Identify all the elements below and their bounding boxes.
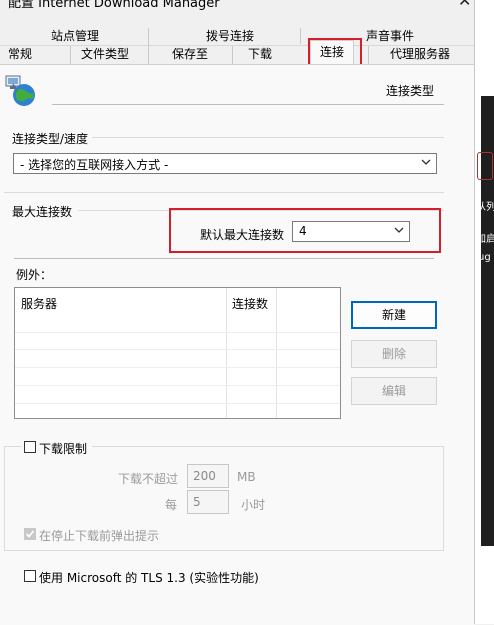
- max-connections-group-label: 最大连接数: [12, 205, 73, 219]
- chevron-down-icon: [421, 159, 431, 165]
- tab-dialup[interactable]: 拨号连接: [175, 27, 285, 45]
- limit-label: 下载不超过: [118, 472, 179, 486]
- edit-button[interactable]: 编辑: [351, 377, 437, 405]
- strip-text-1: 从列: [476, 202, 494, 213]
- tls-checkbox[interactable]: [24, 570, 36, 582]
- strip-text-2: 加启: [476, 234, 494, 245]
- new-button[interactable]: 新建: [351, 301, 437, 329]
- strip-text-3: ug: [478, 252, 491, 263]
- title-bar: 配置 Internet Download Manager ✕: [0, 0, 494, 14]
- exceptions-table[interactable]: 服务器 连接数: [14, 287, 341, 419]
- tab-general[interactable]: 常规: [0, 45, 40, 63]
- limit-unit: MB: [237, 470, 256, 484]
- popup-checkbox[interactable]: [24, 528, 36, 540]
- every-hours-input[interactable]: 5: [187, 490, 229, 514]
- tab-site-management[interactable]: 站点管理: [20, 27, 130, 45]
- tab-row-2: 常规 文件类型 保存至 下载 连接 代理服务器: [0, 40, 474, 65]
- column-header-server[interactable]: 服务器: [21, 295, 57, 312]
- section-title: 连接类型: [386, 84, 435, 98]
- download-limit-label: 下载限制: [39, 442, 88, 456]
- tab-proxy[interactable]: 代理服务器: [370, 45, 470, 63]
- connection-group-label: 连接类型/速度: [12, 132, 89, 146]
- every-unit: 小时: [241, 498, 266, 512]
- popup-label: 在停止下载前弹出提示: [39, 529, 160, 543]
- window-title: 配置 Internet Download Manager: [8, 0, 220, 11]
- connection-type-value: - 选择您的互联网接入方式 -: [20, 158, 169, 172]
- delete-button[interactable]: 删除: [351, 340, 437, 368]
- tab-save-to[interactable]: 保存至: [160, 45, 220, 63]
- limit-amount-value: 200: [193, 469, 216, 483]
- limit-amount-input[interactable]: 200: [187, 464, 229, 488]
- tab-row-1: 站点管理 拨号连接 声音事件: [0, 27, 474, 46]
- download-limit-checkbox[interactable]: [24, 441, 36, 453]
- close-icon[interactable]: ✕: [458, 0, 471, 10]
- background-window-strip: 从列 加启 ug: [474, 0, 494, 624]
- tls-label: 使用 Microsoft 的 TLS 1.3 (实验性功能): [39, 571, 259, 585]
- check-icon: [25, 530, 35, 538]
- connection-type-select[interactable]: - 选择您的互联网接入方式 -: [13, 153, 437, 174]
- network-globe-icon: [4, 74, 38, 108]
- every-label: 每: [165, 498, 178, 512]
- tab-download[interactable]: 下载: [238, 45, 282, 63]
- column-header-connections[interactable]: 连接数: [232, 295, 268, 312]
- exceptions-label: 例外：: [16, 268, 53, 282]
- highlight-max-connections: [169, 208, 441, 253]
- every-hours-value: 5: [193, 495, 201, 509]
- tab-file-types[interactable]: 文件类型: [70, 45, 140, 63]
